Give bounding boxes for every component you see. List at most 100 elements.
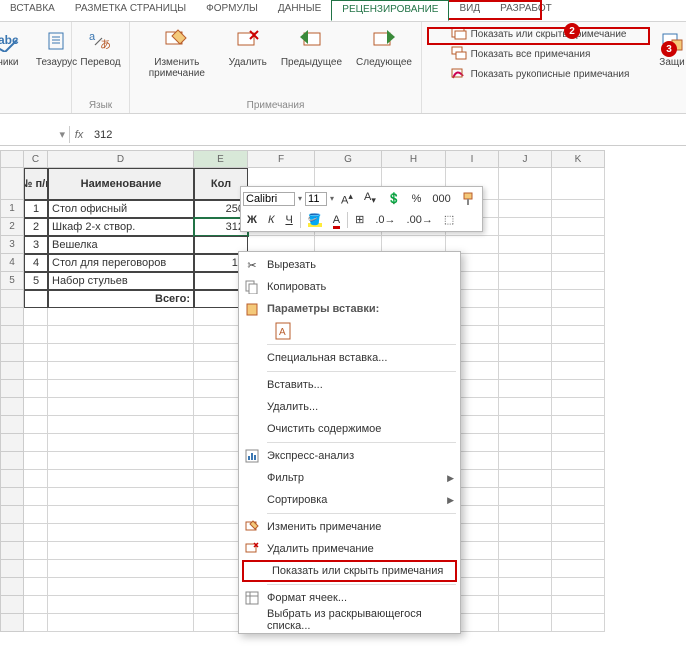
col-header[interactable]: K: [552, 150, 605, 168]
cell[interactable]: [24, 290, 48, 308]
cell[interactable]: Набор стульев: [48, 272, 194, 290]
cell[interactable]: [24, 488, 48, 506]
cell[interactable]: 2: [24, 218, 48, 236]
cell[interactable]: [24, 362, 48, 380]
cell[interactable]: [552, 290, 605, 308]
tab-formulas[interactable]: ФОРМУЛЫ: [196, 0, 268, 21]
menu-filter[interactable]: Фильтр▶: [239, 467, 460, 489]
cell[interactable]: [48, 578, 194, 596]
cell[interactable]: 3: [24, 236, 48, 254]
menu-paste-values[interactable]: A: [239, 320, 460, 342]
prev-comment-button[interactable]: Предыдущее: [277, 25, 346, 70]
menu-format-cells[interactable]: Формат ячеек...: [239, 587, 460, 609]
cell[interactable]: [499, 326, 552, 344]
menu-delete-comment[interactable]: Удалить примечание: [239, 538, 460, 560]
cell[interactable]: [48, 416, 194, 434]
cell[interactable]: [552, 560, 605, 578]
cell[interactable]: [552, 434, 605, 452]
cell[interactable]: [24, 614, 48, 632]
row-header[interactable]: [0, 596, 24, 614]
row-header[interactable]: [0, 488, 24, 506]
tab-data[interactable]: ДАННЫЕ: [268, 0, 331, 21]
font-name-input[interactable]: [243, 192, 295, 206]
col-header[interactable]: H: [382, 150, 446, 168]
cell[interactable]: [499, 452, 552, 470]
cell[interactable]: [24, 380, 48, 398]
cell[interactable]: Вешелка: [48, 236, 194, 254]
menu-copy[interactable]: Копировать: [239, 276, 460, 298]
cell[interactable]: [24, 524, 48, 542]
cell[interactable]: [499, 200, 552, 218]
cell[interactable]: [48, 344, 194, 362]
percent-format-icon[interactable]: %: [408, 191, 426, 207]
table-header-no[interactable]: № п/п: [24, 168, 48, 200]
cell[interactable]: [24, 434, 48, 452]
cell[interactable]: [24, 578, 48, 596]
row-header[interactable]: [0, 308, 24, 326]
font-color-button[interactable]: A: [329, 212, 344, 228]
cell[interactable]: [24, 560, 48, 578]
cell[interactable]: [48, 362, 194, 380]
menu-quick-analysis[interactable]: Экспресс-анализ: [239, 445, 460, 467]
font-size-input[interactable]: [305, 192, 327, 206]
cell[interactable]: [48, 470, 194, 488]
cell[interactable]: [552, 168, 605, 200]
cell[interactable]: [499, 416, 552, 434]
decrease-font-icon[interactable]: A▾: [360, 189, 380, 208]
cell[interactable]: [48, 308, 194, 326]
col-header[interactable]: I: [446, 150, 499, 168]
tab-review[interactable]: РЕЦЕНЗИРОВАНИЕ: [331, 0, 449, 21]
show-ink-comments-button[interactable]: Показать рукописные примечания: [448, 65, 633, 83]
cell[interactable]: [499, 506, 552, 524]
cell[interactable]: [499, 614, 552, 632]
col-header[interactable]: G: [315, 150, 382, 168]
cell[interactable]: [499, 168, 552, 200]
cell[interactable]: [552, 344, 605, 362]
row-header[interactable]: [0, 290, 24, 308]
underline-button[interactable]: Ч: [281, 212, 296, 228]
cell[interactable]: [24, 326, 48, 344]
cell[interactable]: [499, 380, 552, 398]
row-header[interactable]: [0, 416, 24, 434]
bold-button[interactable]: Ж: [243, 212, 261, 228]
cell[interactable]: [499, 218, 552, 236]
show-all-comments-button[interactable]: Показать все примечания: [448, 45, 633, 63]
cell[interactable]: 5: [24, 272, 48, 290]
cell[interactable]: [499, 236, 552, 254]
name-box[interactable]: ▾: [0, 126, 70, 143]
cell[interactable]: [48, 596, 194, 614]
cell[interactable]: [24, 470, 48, 488]
cell[interactable]: 1: [24, 200, 48, 218]
menu-delete[interactable]: Удалить...: [239, 396, 460, 418]
row-header[interactable]: [0, 380, 24, 398]
row-header[interactable]: [0, 524, 24, 542]
row-header[interactable]: 4: [0, 254, 24, 272]
cell[interactable]: [48, 506, 194, 524]
row-header[interactable]: [0, 542, 24, 560]
cell[interactable]: [24, 344, 48, 362]
row-header[interactable]: [0, 452, 24, 470]
col-header[interactable]: F: [248, 150, 315, 168]
decrease-decimal-icon[interactable]: .0→: [371, 212, 399, 228]
edit-comment-button[interactable]: Изменить примечание: [135, 25, 219, 81]
row-header[interactable]: [0, 344, 24, 362]
row-header[interactable]: [0, 168, 24, 200]
cell[interactable]: [499, 596, 552, 614]
cell[interactable]: [48, 542, 194, 560]
row-header[interactable]: [0, 560, 24, 578]
cell[interactable]: [48, 560, 194, 578]
tab-insert[interactable]: ВСТАВКА: [0, 0, 65, 21]
cell[interactable]: [48, 488, 194, 506]
cell[interactable]: [24, 542, 48, 560]
cell[interactable]: [552, 452, 605, 470]
format-painter-icon[interactable]: [458, 190, 480, 208]
row-header[interactable]: [0, 614, 24, 632]
cell[interactable]: [48, 434, 194, 452]
cell[interactable]: [552, 218, 605, 236]
cell[interactable]: [552, 308, 605, 326]
delete-comment-button[interactable]: Удалить: [225, 25, 271, 70]
cell[interactable]: [499, 524, 552, 542]
cell[interactable]: [499, 434, 552, 452]
accounting-format-icon[interactable]: 💲: [383, 190, 405, 207]
cell[interactable]: [552, 362, 605, 380]
